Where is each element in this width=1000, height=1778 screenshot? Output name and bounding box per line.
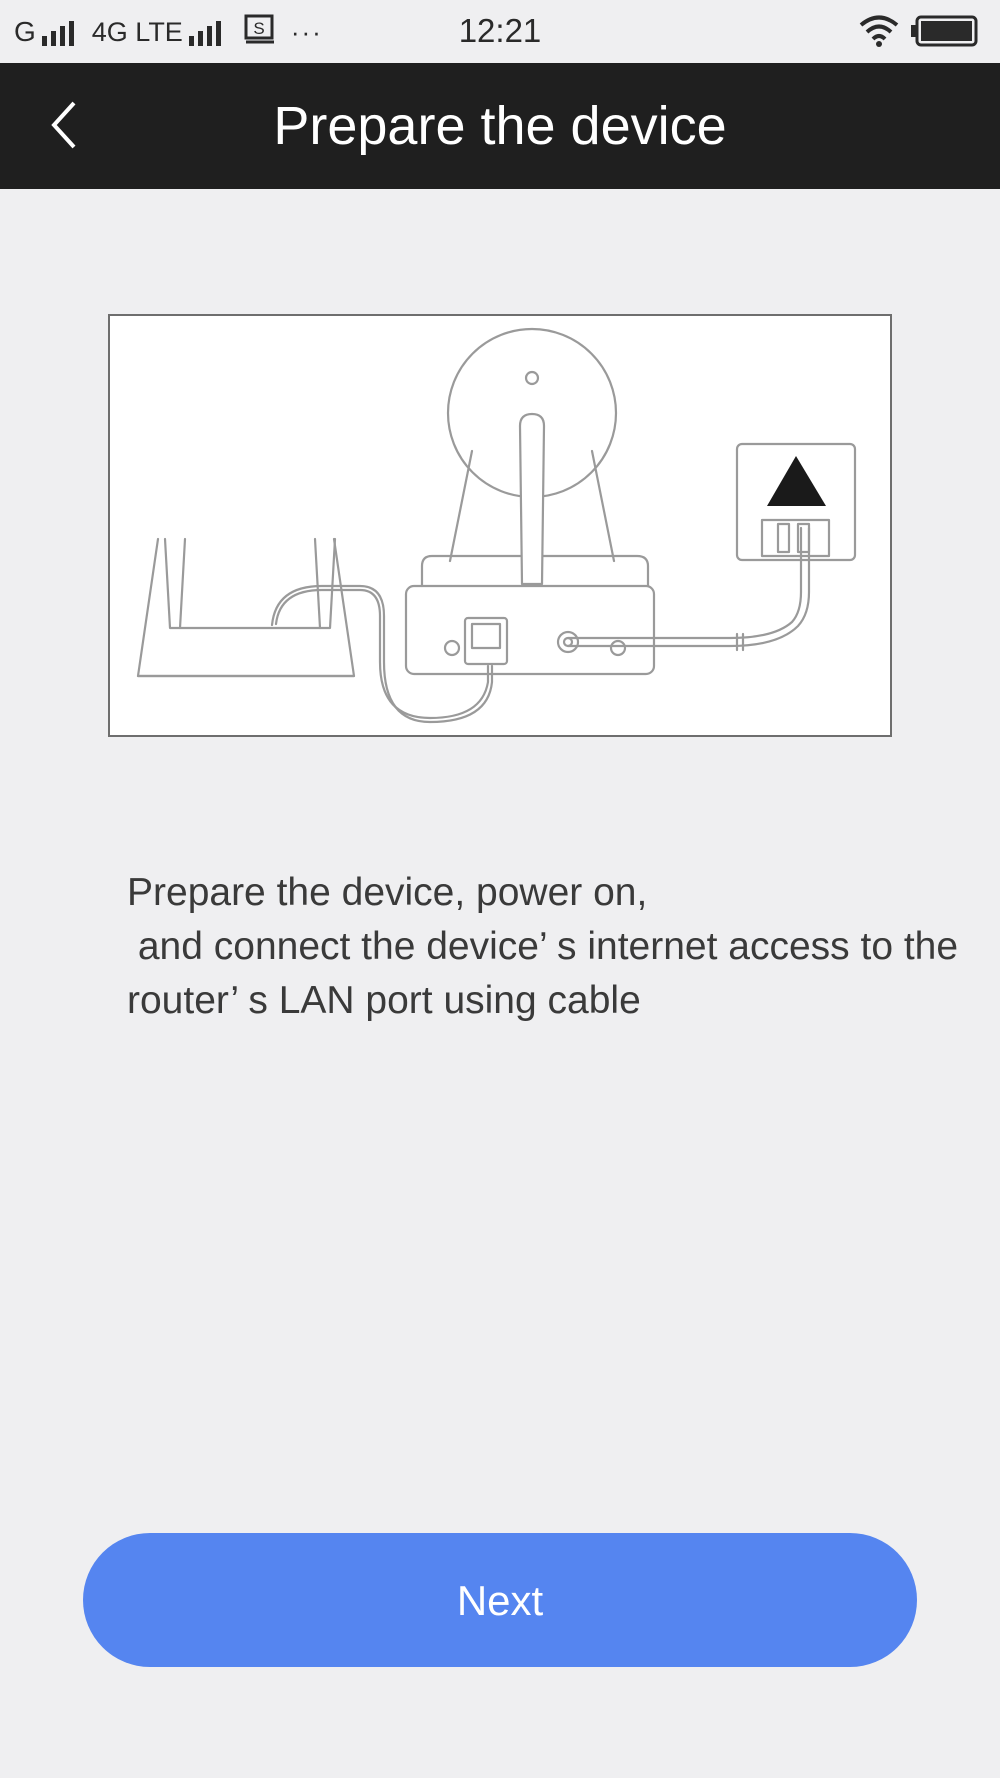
ethernet-cable bbox=[270, 584, 494, 724]
prepare-device-screen: G 4G LTE S ··· 12:21 Prepare the device … bbox=[0, 0, 1000, 1778]
next-button[interactable]: Next bbox=[83, 1533, 917, 1667]
app-header: Prepare the device bbox=[0, 63, 1000, 189]
status-right bbox=[858, 14, 978, 53]
page-title: Prepare the device bbox=[273, 96, 727, 156]
status-time: 12:21 bbox=[458, 12, 542, 49]
status-bar: G 4G LTE S ··· 12:21 bbox=[0, 0, 1000, 63]
connection-illustration bbox=[108, 314, 892, 737]
battery-full-icon bbox=[910, 15, 978, 52]
power-cable bbox=[566, 526, 811, 652]
instruction-text: Prepare the device, power on, and connec… bbox=[127, 871, 959, 1022]
router-camera-diagram bbox=[136, 327, 857, 724]
wifi-icon bbox=[858, 14, 900, 53]
ip-camera-icon bbox=[404, 327, 656, 676]
router-icon bbox=[136, 537, 356, 678]
power-arrow-icon bbox=[767, 456, 826, 506]
